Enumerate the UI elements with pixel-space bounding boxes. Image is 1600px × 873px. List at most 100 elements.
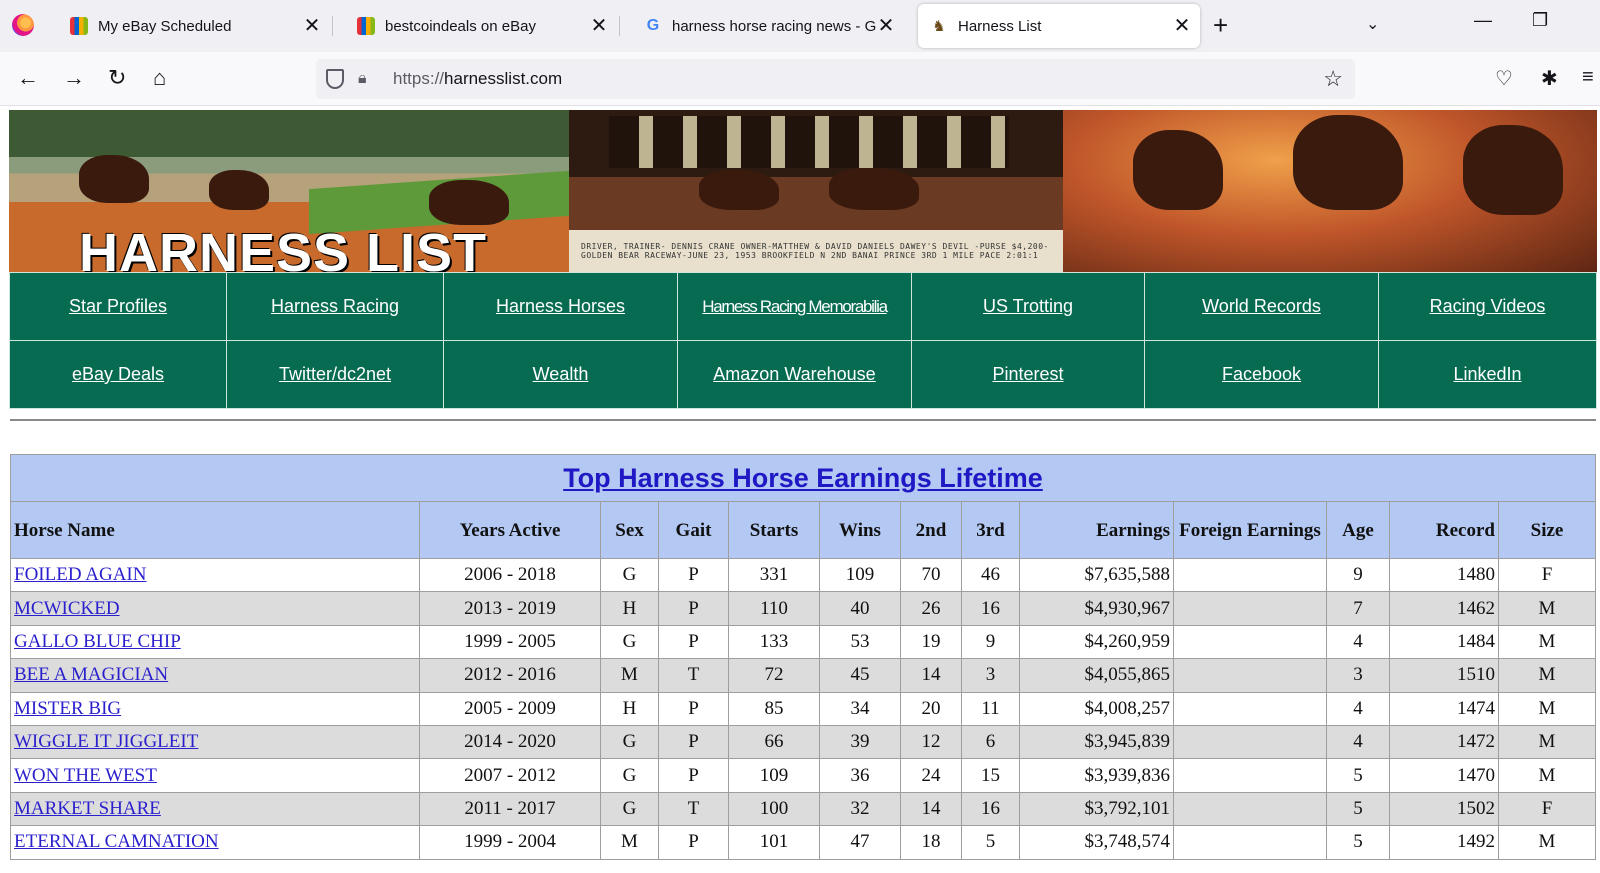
menu-link-harness-racing-memorabilia[interactable]: Harness Racing Memorabilia <box>702 297 888 316</box>
header-record: Record <box>1389 501 1499 559</box>
url-text[interactable]: https://harnesslist.com <box>393 69 562 89</box>
cell-age: 5 <box>1326 758 1390 793</box>
horse-name-link[interactable]: ETERNAL CAMNATION <box>14 831 219 852</box>
horse-name-link[interactable]: WIGGLE IT JIGGLEIT <box>14 731 198 752</box>
header-wins: Wins <box>819 501 901 559</box>
cell-age: 3 <box>1326 658 1390 693</box>
cell-record: 1510 <box>1389 658 1499 693</box>
menu-icon[interactable]: ≡ <box>1582 66 1594 89</box>
cell-record: 1484 <box>1389 624 1499 660</box>
cell-foreign-earnings <box>1173 658 1327 693</box>
tab-title: My eBay Scheduled <box>98 17 232 35</box>
cell-foreign-earnings <box>1173 624 1327 660</box>
horse-name-link[interactable]: MISTER BIG <box>14 698 121 719</box>
new-tab-button[interactable]: + <box>1213 12 1228 38</box>
cell-gait: T <box>658 791 729 827</box>
menu-link-harness-horses[interactable]: Harness Horses <box>496 296 625 316</box>
home-icon[interactable]: ⌂ <box>153 66 166 90</box>
url-bar[interactable]: 🔒︎ https://harnesslist.com ☆ <box>316 59 1355 99</box>
cell-wins: 53 <box>819 624 901 660</box>
firefox-logo-icon[interactable] <box>12 14 34 36</box>
close-icon[interactable]: ✕ <box>876 16 896 36</box>
cell-gait: P <box>658 691 729 726</box>
horse-name-link[interactable]: FOILED AGAIN <box>14 564 146 585</box>
horse-name-link[interactable]: MCWICKED <box>14 598 120 619</box>
back-icon[interactable]: ← <box>17 66 39 90</box>
page-content: HARNESS LIST DRIVER, TRAINER- DENNIS CRA… <box>0 107 1600 873</box>
menu-cell: World Records <box>1144 272 1379 341</box>
menu-link-twitter[interactable]: Twitter/dc2net <box>279 364 391 384</box>
cell-years-active: 2005 - 2009 <box>419 691 601 726</box>
horse-silhouette <box>1293 115 1403 210</box>
menu-link-us-trotting[interactable]: US Trotting <box>983 296 1073 316</box>
menu-link-facebook[interactable]: Facebook <box>1222 364 1301 384</box>
restore-icon[interactable]: ❐ <box>1532 10 1548 31</box>
menu-link-harness-racing[interactable]: Harness Racing <box>271 296 399 316</box>
menu-link-pinterest[interactable]: Pinterest <box>992 364 1063 384</box>
pocket-icon[interactable]: ♡ <box>1495 66 1513 91</box>
horse-name-link[interactable]: WON THE WEST <box>14 765 157 786</box>
cell-horse-name: BEE A MAGICIAN <box>10 658 420 693</box>
cell-sex: G <box>600 624 659 660</box>
cell-3rd: 9 <box>961 624 1020 660</box>
lock-icon[interactable]: 🔒︎ <box>358 70 367 88</box>
cell-age: 5 <box>1326 791 1390 827</box>
cell-years-active: 2012 - 2016 <box>419 658 601 693</box>
menu-cell: Harness Racing Memorabilia <box>677 272 912 341</box>
cell-wins: 36 <box>819 758 901 793</box>
header-2nd: 2nd <box>900 501 962 559</box>
cell-2nd: 12 <box>900 724 962 760</box>
menu-link-amazon-warehouse[interactable]: Amazon Warehouse <box>713 364 875 384</box>
tab-google-search[interactable]: G harness horse racing news - Go ✕ <box>632 4 904 48</box>
cell-starts: 85 <box>728 691 820 726</box>
horse-name-link[interactable]: MARKET SHARE <box>14 798 161 819</box>
table-row: FOILED AGAIN 2006 - 2018 G P 331 109 70 46 $7,63… <box>10 557 1596 593</box>
cell-starts: 101 <box>728 825 820 860</box>
menu-row: Star Profiles Harness Racing Harness Hor… <box>9 272 1597 341</box>
menu-link-world-records[interactable]: World Records <box>1202 296 1321 316</box>
horse-silhouette <box>79 155 149 203</box>
table-title-link[interactable]: Top Harness Horse Earnings Lifetime <box>563 463 1043 493</box>
horse-silhouette <box>429 180 509 225</box>
tab-strip: My eBay Scheduled ✕ bestcoindeals on eBa… <box>0 0 1600 52</box>
horse-name-link[interactable]: GALLO BLUE CHIP <box>14 631 181 652</box>
menu-cell: Amazon Warehouse <box>677 340 912 409</box>
horse-silhouette <box>209 170 269 210</box>
close-icon[interactable]: ✕ <box>1172 16 1192 36</box>
cell-years-active: 1999 - 2005 <box>419 624 601 660</box>
reload-icon[interactable]: ↻ <box>108 66 126 90</box>
cell-wins: 45 <box>819 658 901 693</box>
menu-cell: Harness Horses <box>443 272 678 341</box>
minimize-icon[interactable]: — <box>1474 10 1492 31</box>
menu-link-racing-videos[interactable]: Racing Videos <box>1430 296 1546 316</box>
cell-3rd: 16 <box>961 591 1020 626</box>
cell-starts: 110 <box>728 591 820 626</box>
cell-record: 1462 <box>1389 591 1499 626</box>
cell-sex: G <box>600 758 659 793</box>
menu-link-star-profiles[interactable]: Star Profiles <box>69 296 167 316</box>
menu-cell: Harness Racing <box>226 272 444 341</box>
forward-icon[interactable]: → <box>63 66 85 90</box>
menu-row: eBay Deals Twitter/dc2net Wealth Amazon … <box>9 340 1597 409</box>
close-icon[interactable]: ✕ <box>302 16 322 36</box>
list-all-tabs-icon[interactable]: ⌄ <box>1366 14 1379 34</box>
cell-earnings: $4,260,959 <box>1019 624 1174 660</box>
tab-harness-list[interactable]: ♞ Harness List ✕ <box>918 4 1200 48</box>
extensions-icon[interactable]: ✱ <box>1541 66 1558 91</box>
tab-bestcoindeals[interactable]: bestcoindeals on eBay ✕ <box>345 4 617 48</box>
tab-my-ebay-scheduled[interactable]: My eBay Scheduled ✕ <box>58 4 330 48</box>
cell-gait: P <box>658 724 729 760</box>
close-icon[interactable]: ✕ <box>589 16 609 36</box>
cell-age: 4 <box>1326 724 1390 760</box>
tracking-protection-shield-icon[interactable] <box>326 69 344 89</box>
horse-name-link[interactable]: BEE A MAGICIAN <box>14 664 168 685</box>
menu-cell: Racing Videos <box>1378 272 1597 341</box>
cell-starts: 133 <box>728 624 820 660</box>
bookmark-star-icon[interactable]: ☆ <box>1323 66 1343 92</box>
menu-link-linkedin[interactable]: LinkedIn <box>1453 364 1521 384</box>
google-g-icon: G <box>646 17 660 34</box>
cell-earnings: $3,748,574 <box>1019 825 1174 860</box>
menu-link-wealth[interactable]: Wealth <box>533 364 589 384</box>
menu-link-ebay-deals[interactable]: eBay Deals <box>72 364 164 384</box>
cell-years-active: 2006 - 2018 <box>419 557 601 593</box>
